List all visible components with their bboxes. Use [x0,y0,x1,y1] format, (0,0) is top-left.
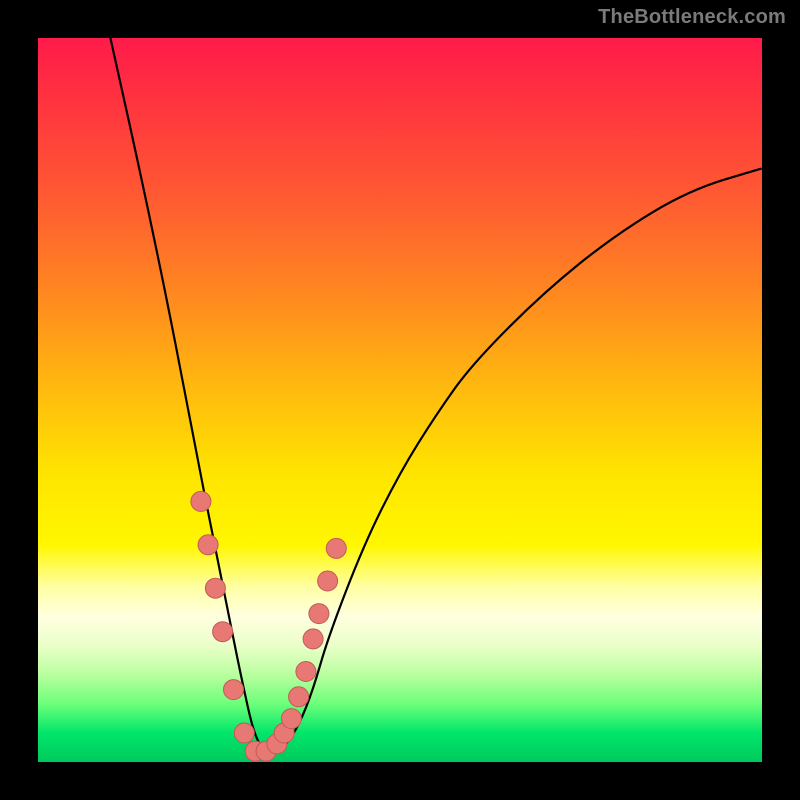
highlight-dot [289,687,309,707]
highlight-dot [318,571,338,591]
chart-svg [38,38,762,762]
highlight-dot [213,622,233,642]
highlight-dot [326,538,346,558]
highlight-dot [309,604,329,624]
highlight-dot [296,662,316,682]
highlight-dot [281,709,301,729]
highlight-dot [224,680,244,700]
chart-plot-area [38,38,762,762]
chart-frame: TheBottleneck.com [0,0,800,800]
highlight-dot [191,491,211,511]
highlight-dots-group [191,491,346,761]
highlight-dot [234,723,254,743]
highlight-dot [303,629,323,649]
highlight-dot [198,535,218,555]
highlight-dot [205,578,225,598]
bottleneck-curve-path [110,38,762,752]
watermark-text: TheBottleneck.com [598,6,786,29]
